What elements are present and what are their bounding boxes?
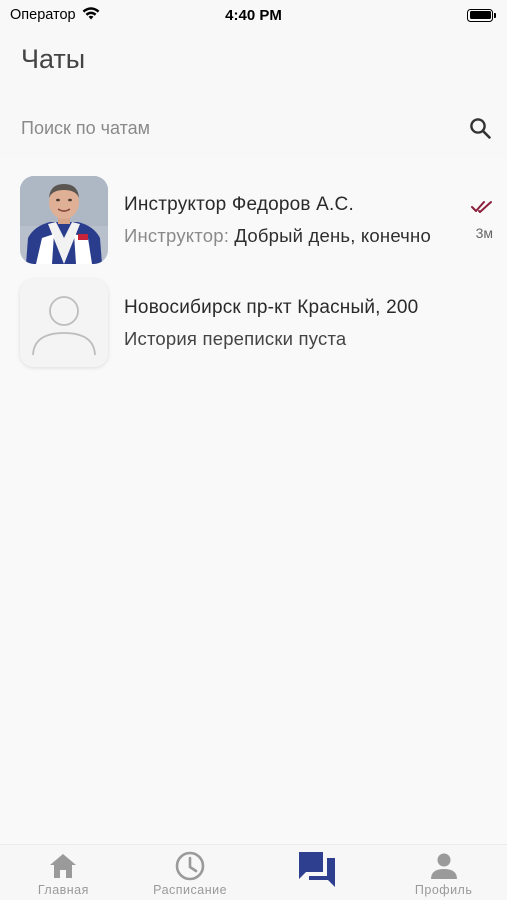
battery-icon [467, 8, 496, 22]
double-check-icon [471, 200, 493, 219]
tab-label: Главная [37, 883, 89, 897]
preview-sender: Инструктор: [124, 224, 230, 246]
chat-name: Новосибирск пр-кт Красный, 200 [124, 296, 419, 318]
chat-meta: 3м [471, 200, 493, 241]
search-bar [0, 100, 507, 156]
tab-profile[interactable]: Профиль [380, 845, 507, 900]
chat-list: Инструктор Федоров А.С. Инструктор: Добр… [0, 158, 507, 846]
chat-list-item[interactable]: Инструктор Федоров А.С. Инструктор: Добр… [0, 170, 507, 270]
chat-preview: Инструктор: Добрый день, конечно [124, 225, 464, 247]
chat-time: 3м [475, 224, 493, 241]
tab-label: Расписание [153, 883, 228, 897]
search-icon[interactable] [467, 115, 493, 141]
avatar-placeholder-icon [20, 279, 108, 367]
clock-icon [174, 850, 206, 882]
search-input[interactable] [21, 117, 441, 139]
tab-schedule[interactable]: Расписание [127, 845, 254, 900]
tab-home[interactable]: Главная [0, 845, 127, 900]
person-icon [430, 850, 458, 882]
tab-chats[interactable] [254, 845, 381, 900]
avatar [20, 176, 108, 264]
preview-text: Добрый день, конечно [234, 224, 431, 246]
status-time: 4:40 PM [225, 6, 282, 24]
chat-text: Инструктор Федоров А.С. Инструктор: Добр… [124, 194, 493, 247]
chat-name: Инструктор Федоров А.С. [124, 193, 354, 215]
home-icon [48, 850, 78, 882]
page-title: Чаты [21, 44, 86, 74]
chat-list-item[interactable]: Новосибирск пр-кт Красный, 200 История п… [0, 273, 507, 373]
status-bar: Оператор 4:40 PM [0, 0, 507, 30]
chat-preview: История переписки пуста [124, 327, 347, 349]
chats-icon [297, 850, 337, 888]
chat-text: Новосибирск пр-кт Красный, 200 История п… [124, 297, 493, 350]
tab-bar: Главная Расписание Профиль [0, 844, 507, 900]
tab-label: Профиль [414, 883, 473, 897]
